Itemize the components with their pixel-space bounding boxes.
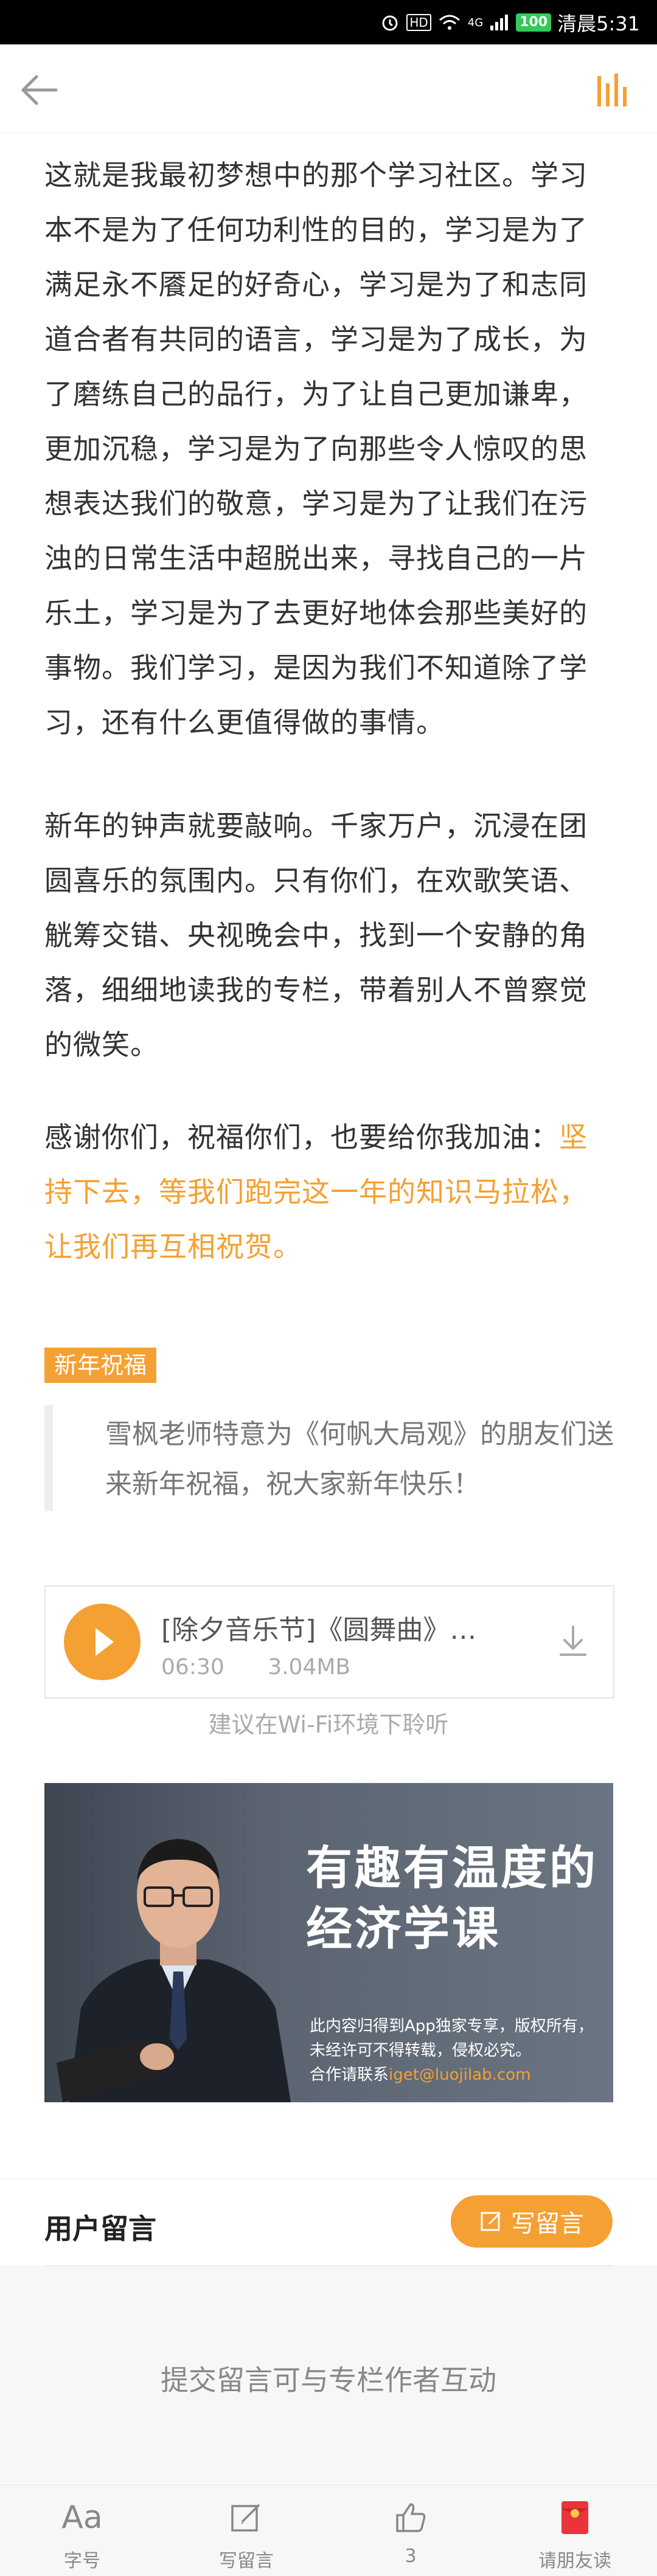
banner-headline-line-2: 经济学课 [306,1902,501,1956]
tab-write-comment[interactable]: 写留言 [164,2485,328,2576]
wifi-icon [439,15,460,30]
course-banner[interactable]: 有趣有温度的 经济学课 此内容归得到App独家专享，版权所有，未经许可不得转载，… [44,1783,613,2102]
quote-text: 雪枫老师特意为《何帆大局观》的朋友们送来新年祝福，祝大家新年快乐！ [105,1419,614,1500]
edit-icon [225,2498,268,2537]
tab-label: 写留言 [219,2550,274,2572]
hd-icon: HD [406,14,431,31]
audio-size: 3.04MB [268,1655,351,1680]
banner-headline: 有趣有温度的 经济学课 [306,1838,598,1959]
divider [44,2265,613,2266]
wifi-tip: 建议在Wi-Fi环境下聆听 [208,1711,449,1738]
tab-share-friend[interactable]: 请朋友读 [493,2485,657,2576]
comments-empty-hint: 提交留言可与专栏作者互动 [161,2364,496,2397]
contact-prefix: 合作请联系 [310,2066,389,2084]
red-envelope-icon [554,2498,596,2537]
comments-header: 用户留言 写留言 [0,2179,657,2265]
article-paragraph-2: 新年的钟声就要敲响。千家万户，沉浸在团圆喜乐的氛围内。只有你们，在欢歌笑语、觥筹… [44,809,588,1061]
play-button[interactable] [64,1604,141,1680]
write-comment-label: 写留言 [511,2210,584,2238]
font-size-icon: Aa [61,2499,103,2536]
battery-icon: 100 [516,13,552,32]
like-count: 3 [405,2546,417,2567]
bottom-toolbar: Aa 字号 写留言 3 请朋友读 [0,2484,657,2576]
section-tag: 新年祝福 [44,1348,157,1383]
audio-duration: 06:30 [161,1655,224,1680]
tab-label: 请朋友读 [538,2550,611,2572]
banner-copyright: 此内容归得到App独家专享，版权所有，未经许可不得转载，侵权必究。 合作请联系i… [310,2014,596,2087]
paragraph-text: 感谢你们，祝福你们，也要给你我加油： [44,1121,559,1154]
comments-section: 用户留言 写留言 提交留言可与专栏作者互动 [0,2178,657,2483]
banner-copyright-text: 此内容归得到App独家专享，版权所有，未经许可不得转载，侵权必究。 [310,2017,594,2060]
signal-icon [490,15,509,30]
status-bar: HD 4G 100 清晨5:31 [0,0,657,44]
alarm-icon [382,15,398,31]
audio-bars-icon[interactable] [595,70,634,109]
network-type: 4G [467,16,484,29]
tab-like[interactable]: 3 [328,2485,493,2576]
thumbs-up-icon [389,2498,432,2537]
back-arrow-icon[interactable] [18,69,61,111]
blockquote: 雪枫老师特意为《何帆大局观》的朋友们送来新年祝福，祝大家新年快乐！ [44,1405,622,1511]
audio-title: [除夕音乐节]《圆舞曲》… [161,1615,477,1646]
article-paragraph-3: 感谢你们，祝福你们，也要给你我加油：坚持下去，等我们跑完这一年的知识马拉松，让我… [44,1110,613,1274]
tab-label: 字号 [64,2550,100,2572]
audio-meta: 06:30 3.04MB [161,1655,387,1680]
tab-font-size[interactable]: Aa 字号 [0,2485,164,2576]
status-icons: HD 4G 100 清晨5:31 [380,9,640,36]
article-paragraph-1: 这就是我最初梦想中的那个学习社区。学习本不是为了任何功利性的目的，学习是为了满足… [44,159,588,739]
download-icon[interactable] [557,1623,589,1660]
nav-bar [0,44,657,133]
audio-player-card[interactable]: [除夕音乐节]《圆舞曲》… 06:30 3.04MB [44,1585,614,1698]
status-time: 清晨5:31 [557,12,640,35]
comments-title: 用户留言 [44,2212,156,2245]
contact-email: iget@luojilab.com [389,2066,531,2084]
banner-headline-line-1: 有趣有温度的 [306,1841,598,1895]
write-comment-button[interactable]: 写留言 [451,2195,613,2248]
banner-contact: 合作请联系iget@luojilab.com [310,2063,596,2087]
edit-icon [481,2212,501,2231]
author-portrait-image [57,1839,291,2102]
